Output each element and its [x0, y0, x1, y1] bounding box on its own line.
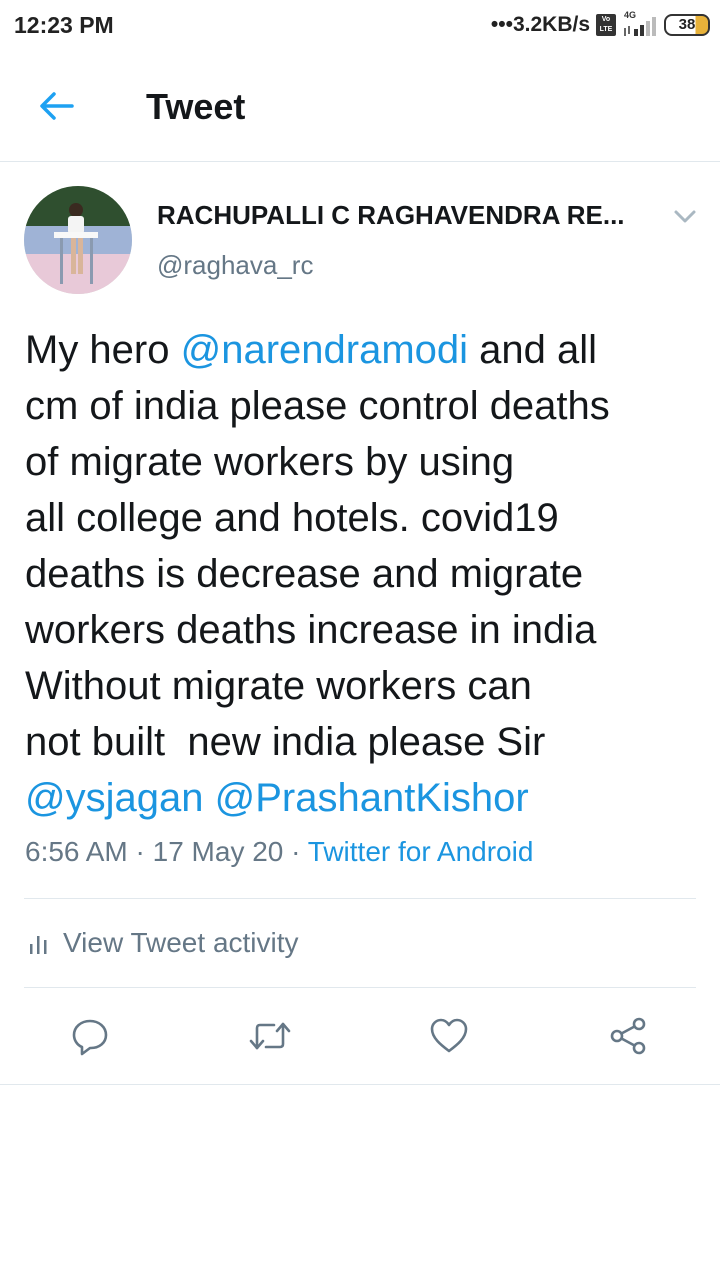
arrow-left-icon — [40, 92, 74, 120]
share-icon — [610, 1017, 646, 1055]
tweet-text-line: @ysjagan @PrashantKishor — [25, 770, 705, 826]
author-handle[interactable]: @raghava_rc — [157, 250, 313, 281]
share-button[interactable] — [606, 1014, 650, 1058]
tweet-meta: 6:56 AM · 17 May 20 · Twitter for Androi… — [25, 836, 533, 868]
chevron-down-icon — [674, 210, 696, 223]
meta-separator: · — [283, 836, 308, 867]
mention-link[interactable]: @narendramodi — [181, 328, 468, 372]
tweet-text-segment: cm of india please control deaths — [25, 384, 610, 428]
tweet-text-line: deaths is decrease and migrate — [25, 546, 705, 602]
avatar[interactable] — [24, 186, 132, 294]
network-type: 4G — [624, 10, 637, 20]
tweet-text-line: Without migrate workers can — [25, 658, 705, 714]
page-title: Tweet — [146, 86, 246, 127]
tweet-text-line: of migrate workers by using — [25, 434, 705, 490]
tweet-action-bar — [0, 1000, 720, 1072]
tweet-text-line: workers deaths increase in india — [25, 602, 705, 658]
retweet-button[interactable] — [248, 1014, 292, 1058]
back-button[interactable] — [30, 82, 82, 130]
network-speed: •••3.2KB/s — [490, 13, 590, 36]
tweet-text-segment: not built new india please Sir — [25, 720, 546, 764]
tweet-text-segment: workers deaths increase in india — [25, 608, 597, 652]
tweet-time: 6:56 AM — [25, 836, 128, 867]
retweet-icon — [249, 1022, 291, 1050]
mention-link[interactable]: @PrashantKishor — [215, 776, 529, 820]
status-time: 12:23 PM — [14, 12, 114, 38]
mention-link[interactable]: @ysjagan — [25, 776, 203, 820]
tweet-text-line: all college and hotels. covid19 — [25, 490, 705, 546]
status-bar: 12:23 PM •••3.2KB/s Vo LTE 4G 38 — [0, 0, 720, 50]
bar-chart-icon — [30, 936, 47, 954]
tweet-text-line: not built new india please Sir — [25, 714, 705, 770]
reply-icon — [72, 1019, 108, 1056]
view-tweet-activity-button[interactable]: View Tweet activity — [25, 910, 697, 976]
tweet-text: My hero @narendramodi and all cm of india… — [25, 322, 705, 826]
signal-icon: 4G — [622, 10, 658, 38]
tweet-text-line: cm of india please control deaths — [25, 378, 705, 434]
tweet-text-segment: My hero — [25, 328, 181, 372]
tweet-text-segment: of migrate workers by using — [25, 440, 515, 484]
reply-button[interactable] — [68, 1014, 112, 1058]
tweet-source-link[interactable]: Twitter for Android — [308, 836, 534, 867]
author-name[interactable]: RACHUPALLI C RAGHAVENDRA RE... — [157, 200, 657, 231]
activity-label: View Tweet activity — [63, 927, 299, 958]
meta-separator: · — [127, 836, 153, 867]
divider — [24, 987, 696, 988]
heart-icon — [430, 1018, 468, 1053]
tweet-text-segment: deaths is decrease and migrate — [25, 552, 584, 596]
status-indicators: •••3.2KB/s Vo LTE 4G 38 — [491, 10, 710, 40]
like-button[interactable] — [427, 1014, 471, 1058]
tweet-text-segment: and all — [468, 328, 598, 372]
tweet-text-segment: all college and hotels. covid19 — [25, 496, 559, 540]
tweet-text-line: My hero @narendramodi and all — [25, 322, 705, 378]
divider — [0, 1084, 720, 1085]
tweet-text-segment — [203, 776, 214, 820]
divider — [24, 898, 696, 899]
tweet-text-segment: Without migrate workers can — [25, 664, 532, 708]
app-bar: Tweet — [0, 50, 720, 162]
volte-icon: Vo LTE — [596, 14, 616, 36]
battery-icon: 38 — [664, 14, 710, 36]
more-options-button[interactable] — [670, 203, 700, 229]
tweet-date: 17 May 20 — [152, 836, 284, 867]
